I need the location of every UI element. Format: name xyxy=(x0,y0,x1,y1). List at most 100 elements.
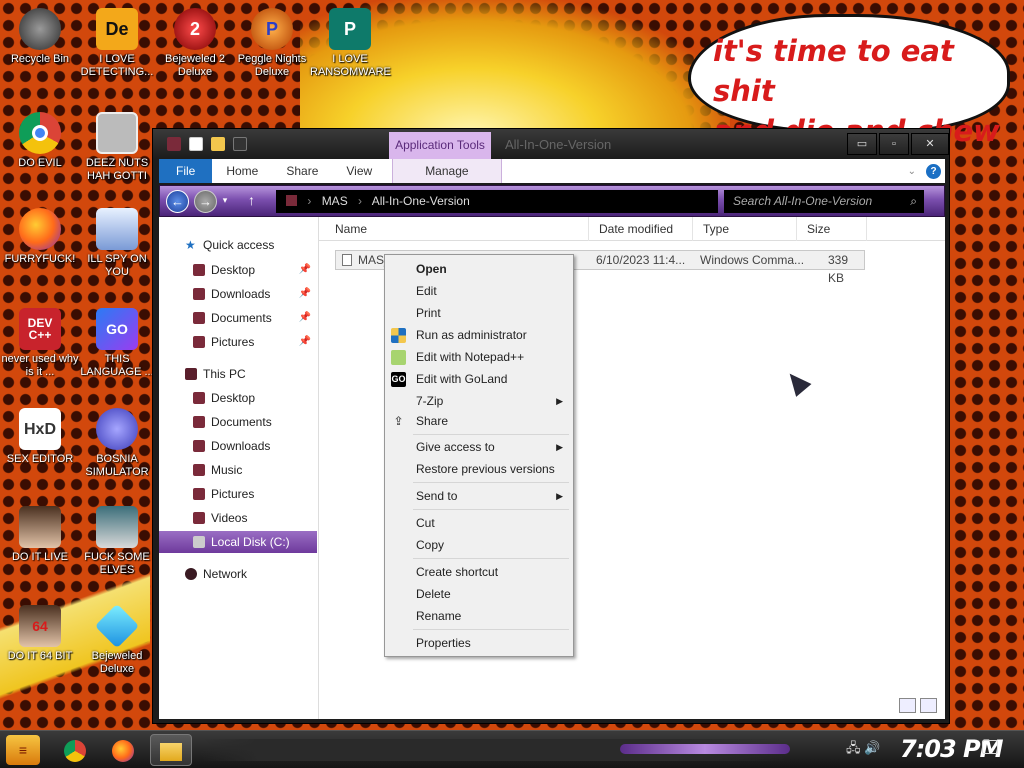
menu-item-edit[interactable]: Edit xyxy=(385,280,573,302)
menu-item-properties[interactable]: Properties xyxy=(385,632,573,654)
desktop-icon-firefox[interactable]: FURRYFUCK! xyxy=(0,208,80,266)
search-input[interactable]: Search All-In-One-Version ⌕ xyxy=(724,190,924,213)
recycle-bin-icon xyxy=(19,8,61,50)
close-button[interactable]: ✕ xyxy=(911,133,949,155)
desktop-icon-devcpp[interactable]: DEV C++ never used why is it ... xyxy=(0,308,80,379)
nav-label: Desktop xyxy=(211,391,256,405)
column-type[interactable]: Type xyxy=(693,217,797,241)
breadcrumb-separator-icon: › xyxy=(307,194,312,208)
folder-icon xyxy=(193,440,205,452)
menu-item-create-shortcut[interactable]: Create shortcut xyxy=(385,561,573,583)
desktop-icon-bejeweled[interactable]: Bejeweled Deluxe xyxy=(77,603,157,676)
nav-pc-music[interactable]: Music xyxy=(159,459,317,481)
system-tray[interactable]: 🖧 🔊 xyxy=(846,739,880,761)
nav-network[interactable]: Network xyxy=(159,563,317,585)
desktop-icon-goland[interactable]: GO THIS LANGUAGE ... xyxy=(77,308,157,379)
menu-item-send-to[interactable]: Send to ▶ xyxy=(385,485,573,507)
taskbar-chrome[interactable] xyxy=(54,734,96,766)
new-folder-icon[interactable] xyxy=(211,137,225,151)
address-bar[interactable]: › MAS › All-In-One-Version xyxy=(276,190,718,213)
menu-item-copy[interactable]: Copy xyxy=(385,534,573,556)
menu-item-delete[interactable]: Delete xyxy=(385,583,573,605)
tab-file[interactable]: File xyxy=(159,159,213,183)
menu-item-cut[interactable]: Cut xyxy=(385,512,573,534)
recent-locations-icon[interactable]: ▾ xyxy=(218,190,232,213)
qat-dropdown-icon[interactable] xyxy=(233,137,247,151)
taskbar: ≡ 🖧 🔊 7:03 PM xyxy=(0,730,1024,768)
large-icons-view-icon[interactable] xyxy=(920,698,937,713)
nav-pc-local-disk[interactable]: Local Disk (C:) xyxy=(159,531,317,553)
desktop-icon-do-it-64[interactable]: 64 DO IT 64 BIT xyxy=(0,605,80,663)
nav-label: Desktop xyxy=(211,263,256,277)
nav-pc-documents[interactable]: Documents xyxy=(159,411,317,433)
navigation-pane: ★ Quick access Desktop 📌 Downloads 📌 Doc… xyxy=(159,217,319,719)
properties-icon[interactable] xyxy=(189,137,203,151)
tab-view[interactable]: View xyxy=(332,159,386,183)
tab-manage[interactable]: Manage xyxy=(392,159,502,183)
menu-item-run-as-admin[interactable]: Run as administrator xyxy=(385,324,573,346)
maximize-button[interactable]: ▫ xyxy=(879,133,909,155)
tab-share[interactable]: Share xyxy=(272,159,332,183)
desktop-icon-hxd[interactable]: HxD SEX EDITOR xyxy=(0,408,80,466)
nav-label: This PC xyxy=(203,367,246,381)
taskbar-firefox[interactable] xyxy=(102,734,144,766)
nav-quick-pictures[interactable]: Pictures 📌 xyxy=(159,331,317,353)
nav-pc-videos[interactable]: Videos xyxy=(159,507,317,529)
desktop-icon-label: I LOVE DETECTING... xyxy=(80,53,154,78)
menu-item-open[interactable]: Open xyxy=(385,258,573,280)
breadcrumb-mas[interactable]: MAS xyxy=(322,194,348,208)
menu-separator xyxy=(413,482,569,483)
menu-item-notepadpp[interactable]: Edit with Notepad++ xyxy=(385,346,573,368)
column-size[interactable]: Size xyxy=(797,217,867,241)
menu-item-give-access[interactable]: Give access to ▶ xyxy=(385,436,573,458)
desktop-icon-elves[interactable]: FUCK SOME ELVES xyxy=(77,506,157,577)
folder-icon xyxy=(193,312,205,324)
menu-item-restore-versions[interactable]: Restore previous versions xyxy=(385,458,573,480)
start-button[interactable]: ≡ xyxy=(6,735,40,765)
submenu-arrow-icon: ▶ xyxy=(556,396,563,406)
nav-this-pc[interactable]: This PC xyxy=(159,363,317,385)
desktop-icon-peggle[interactable]: P Peggle Nights Deluxe xyxy=(232,8,312,79)
breadcrumb-current[interactable]: All-In-One-Version xyxy=(372,194,470,208)
desktop-icon-detect-it-easy[interactable]: De I LOVE DETECTING... xyxy=(77,8,157,79)
help-icon[interactable]: ? xyxy=(926,163,941,179)
desktop-icon-bejeweled2[interactable]: 2 Bejeweled 2 Deluxe xyxy=(155,8,235,79)
title-bar[interactable]: Application Tools All-In-One-Version ▭ ▫… xyxy=(153,129,949,159)
menu-item-share[interactable]: ⇪ Share xyxy=(385,410,573,432)
menu-item-goland[interactable]: GO Edit with GoLand xyxy=(385,368,573,390)
view-switcher xyxy=(899,698,937,713)
desktop-icon-label: DO IT LIVE xyxy=(11,551,69,563)
nav-quick-downloads[interactable]: Downloads 📌 xyxy=(159,283,317,305)
minimize-button[interactable]: ▭ xyxy=(847,133,877,155)
nav-pc-pictures[interactable]: Pictures xyxy=(159,483,317,505)
menu-item-print[interactable]: Print xyxy=(385,302,573,324)
desktop-icon-chrome[interactable]: DO EVIL xyxy=(0,112,80,170)
nav-quick-documents[interactable]: Documents 📌 xyxy=(159,307,317,329)
nav-pc-desktop[interactable]: Desktop xyxy=(159,387,317,409)
back-button[interactable]: ← xyxy=(166,190,189,213)
column-date-modified[interactable]: Date modified xyxy=(589,217,693,241)
up-button[interactable]: ↑ xyxy=(240,190,263,213)
details-view-icon[interactable] xyxy=(899,698,916,713)
column-name[interactable]: Name xyxy=(325,217,589,241)
desktop-icon-do-it-live[interactable]: DO IT LIVE xyxy=(0,506,80,564)
action-center-icon[interactable] xyxy=(982,740,998,754)
nav-quick-access[interactable]: ★ Quick access xyxy=(159,234,317,256)
desktop-icon-bosnia[interactable]: BOSNIA SIMULATOR xyxy=(77,408,157,479)
desktop-icon-recycle-bin[interactable]: Recycle Bin xyxy=(0,8,80,66)
chevron-down-icon[interactable]: ⌄ xyxy=(908,166,916,177)
cmd-file-icon xyxy=(342,254,352,266)
search-icon[interactable]: ⌕ xyxy=(910,190,917,213)
desktop-icon-ransomware[interactable]: P I LOVE RANSOMWARE xyxy=(310,8,391,79)
taskbar-file-explorer[interactable] xyxy=(150,734,192,766)
forward-button[interactable]: → xyxy=(194,190,217,213)
nav-pc-downloads[interactable]: Downloads xyxy=(159,435,317,457)
tab-home[interactable]: Home xyxy=(212,159,272,183)
menu-item-rename[interactable]: Rename xyxy=(385,605,573,627)
nav-quick-desktop[interactable]: Desktop 📌 xyxy=(159,259,317,281)
santa-icon xyxy=(96,506,138,548)
menu-item-7zip[interactable]: 7-Zip ▶ xyxy=(385,390,573,412)
desktop-icon-deez-nuts[interactable]: DEEZ NUTS HAH GOTTI xyxy=(77,112,157,183)
devcpp-icon: DEV C++ xyxy=(19,308,61,350)
desktop-icon-spy[interactable]: ILL SPY ON YOU xyxy=(77,208,157,279)
